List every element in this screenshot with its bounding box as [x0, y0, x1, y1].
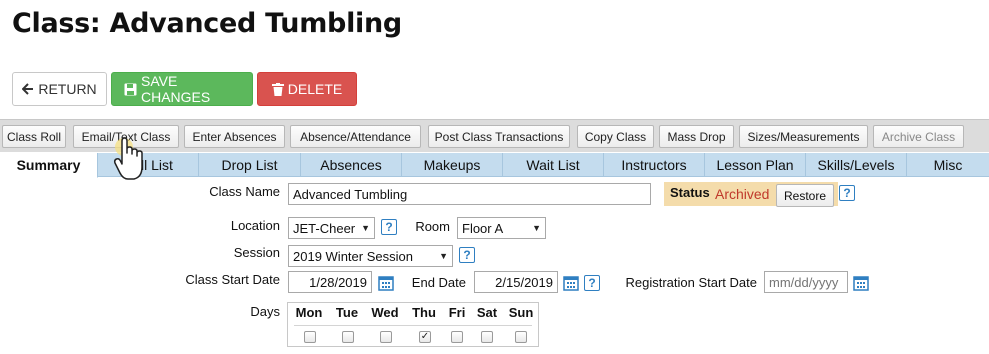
day-checkbox-tue[interactable] [342, 331, 354, 343]
end-date-input[interactable]: 2/15/2019 [474, 271, 558, 293]
dropdown-arrow-icon: ▼ [439, 251, 448, 261]
class-name-input[interactable]: Advanced Tumbling [288, 183, 651, 205]
status-label: Status [670, 185, 710, 200]
hand-pointer-cursor-icon [113, 137, 143, 180]
restore-button[interactable]: Restore [776, 184, 834, 207]
tab-skills-levels[interactable]: Skills/Levels [806, 153, 907, 177]
tab-drop-list[interactable]: Drop List [199, 153, 301, 177]
help-icon[interactable]: ? [381, 219, 397, 235]
tab-lesson-plan[interactable]: Lesson Plan [705, 153, 806, 177]
location-label: Location [230, 218, 280, 233]
calendar-icon[interactable] [853, 275, 869, 291]
class-name-label: Class Name [209, 184, 280, 199]
registration-start-date-input[interactable] [764, 271, 848, 293]
return-button[interactable]: RETURN [12, 72, 107, 106]
help-icon[interactable]: ? [839, 185, 855, 201]
action-buttons: RETURN SAVE CHANGES DELETE [12, 72, 357, 106]
registration-start-date-label: Registration Start Date [625, 275, 757, 290]
day-checkbox-sat[interactable] [481, 331, 493, 343]
divider [294, 325, 532, 326]
copy-class-button[interactable]: Copy Class [577, 125, 654, 148]
class-tabs: Summary Roll List Drop List Absences Mak… [0, 153, 989, 178]
day-label-mon: Mon [295, 305, 323, 320]
day-label-sun: Sun [508, 305, 534, 320]
tab-makeups[interactable]: Makeups [402, 153, 503, 177]
class-start-date-label: Class Start Date [185, 272, 280, 287]
absence-attendance-button[interactable]: Absence/Attendance [290, 125, 421, 148]
day-label-fri: Fri [448, 305, 466, 320]
help-icon[interactable]: ? [584, 275, 600, 291]
session-label: Session [233, 245, 280, 260]
tab-misc[interactable]: Misc [907, 153, 989, 177]
location-select[interactable]: JET-Cheer ▼ [288, 217, 375, 239]
delete-button[interactable]: DELETE [257, 72, 357, 106]
enter-absences-button[interactable]: Enter Absences [184, 125, 285, 148]
class-roll-button[interactable]: Class Roll [2, 125, 66, 148]
day-checkbox-fri[interactable] [451, 331, 463, 343]
location-value: JET-Cheer [293, 220, 356, 236]
session-value: 2019 Winter Session [293, 248, 413, 264]
room-value: Floor A [462, 220, 504, 236]
day-checkbox-sun[interactable] [515, 331, 527, 343]
days-label: Days [250, 304, 280, 319]
class-toolbar: Class Roll Email/Text Class Enter Absenc… [0, 119, 989, 152]
class-start-date-input[interactable]: 1/28/2019 [288, 271, 372, 293]
day-checkbox-thu[interactable]: ✓ [419, 331, 431, 343]
dropdown-arrow-icon: ▼ [361, 223, 370, 233]
days-selector: Mon Tue Wed Thu Fri Sat Sun ✓ [287, 302, 539, 347]
save-changes-label: SAVE CHANGES [141, 73, 211, 105]
status-value: Archived [715, 186, 770, 202]
help-icon[interactable]: ? [459, 247, 475, 263]
page-title: Class: Advanced Tumbling [12, 8, 402, 39]
day-label-thu: Thu [412, 305, 436, 320]
tab-summary[interactable]: Summary [0, 153, 98, 178]
calendar-icon[interactable] [378, 275, 394, 291]
day-label-sat: Sat [476, 305, 498, 320]
trash-icon [271, 82, 284, 96]
session-select[interactable]: 2019 Winter Session ▼ [288, 245, 453, 267]
tab-instructors[interactable]: Instructors [604, 153, 705, 177]
archive-class-button[interactable]: Archive Class [873, 125, 964, 148]
tab-wait-list[interactable]: Wait List [503, 153, 604, 177]
room-label: Room [415, 219, 450, 234]
save-changes-button[interactable]: SAVE CHANGES [111, 72, 253, 106]
post-class-transactions-button[interactable]: Post Class Transactions [428, 125, 570, 148]
day-checkbox-wed[interactable] [380, 331, 392, 343]
day-checkbox-mon[interactable] [304, 331, 316, 343]
dropdown-arrow-icon: ▼ [532, 223, 541, 233]
calendar-icon[interactable] [563, 275, 579, 291]
end-date-label: End Date [411, 275, 466, 290]
room-select[interactable]: Floor A ▼ [457, 217, 546, 239]
return-button-label: RETURN [38, 81, 97, 97]
delete-button-label: DELETE [287, 81, 343, 97]
day-label-tue: Tue [335, 305, 359, 320]
day-label-wed: Wed [371, 305, 399, 320]
tab-absences[interactable]: Absences [301, 153, 402, 177]
floppy-disk-icon [124, 83, 137, 96]
mass-drop-button[interactable]: Mass Drop [659, 125, 734, 148]
arrow-left-icon [22, 83, 34, 95]
sizes-measurements-button[interactable]: Sizes/Measurements [739, 125, 868, 148]
